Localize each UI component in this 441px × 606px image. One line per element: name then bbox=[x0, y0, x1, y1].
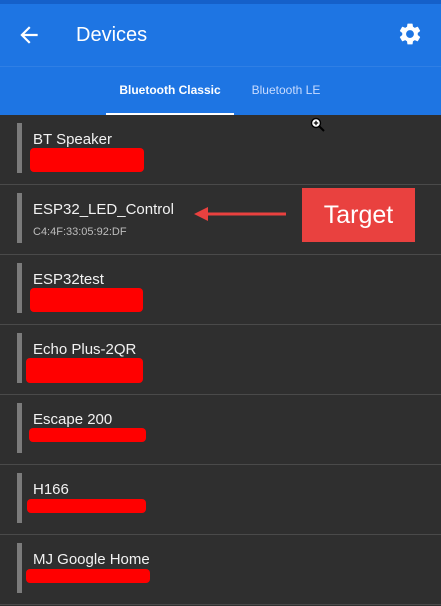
device-name: H166 bbox=[33, 481, 69, 498]
list-item[interactable]: Escape 200 bbox=[0, 395, 441, 465]
redaction-box bbox=[29, 428, 146, 442]
annotation-arrow bbox=[194, 207, 286, 221]
row-accent-bar bbox=[17, 473, 22, 523]
gear-icon[interactable] bbox=[397, 21, 423, 47]
device-name: Escape 200 bbox=[33, 411, 113, 428]
back-arrow-icon[interactable] bbox=[16, 22, 42, 48]
list-item[interactable]: ESP32test bbox=[0, 255, 441, 325]
tab-bluetooth-classic[interactable]: Bluetooth Classic bbox=[106, 67, 234, 116]
redaction-box bbox=[26, 358, 143, 383]
device-name: Echo Plus-2QR bbox=[33, 341, 137, 358]
tab-bluetooth-le[interactable]: Bluetooth LE bbox=[236, 67, 336, 116]
list-item[interactable]: Echo Plus-2QR bbox=[0, 325, 441, 395]
device-name: MJ Google Home bbox=[33, 551, 150, 568]
device-name: BT Speaker bbox=[33, 131, 112, 148]
redaction-box bbox=[26, 569, 150, 583]
device-name: ESP32_LED_Control bbox=[33, 201, 174, 218]
device-name: ESP32test bbox=[33, 271, 104, 288]
list-item[interactable]: H166 bbox=[0, 465, 441, 535]
row-accent-bar bbox=[17, 123, 22, 173]
device-address: C4:4F:33:05:92:DF bbox=[33, 226, 127, 238]
row-accent-bar bbox=[17, 543, 22, 593]
row-accent-bar bbox=[17, 333, 22, 383]
redaction-box bbox=[30, 148, 144, 172]
list-item[interactable]: BT Speaker bbox=[0, 115, 441, 185]
target-annotation-label: Target bbox=[302, 188, 415, 242]
redaction-box bbox=[27, 499, 146, 513]
row-accent-bar bbox=[17, 403, 22, 453]
row-accent-bar bbox=[17, 263, 22, 313]
list-item[interactable]: MJ Google Home bbox=[0, 535, 441, 605]
redaction-box bbox=[30, 288, 143, 312]
page-title: Devices bbox=[76, 24, 148, 46]
row-accent-bar bbox=[17, 193, 22, 243]
zoom-in-cursor-icon bbox=[310, 117, 326, 133]
tab-bar: Bluetooth Classic Bluetooth LE bbox=[0, 66, 441, 116]
app-bar: Devices bbox=[0, 4, 441, 66]
